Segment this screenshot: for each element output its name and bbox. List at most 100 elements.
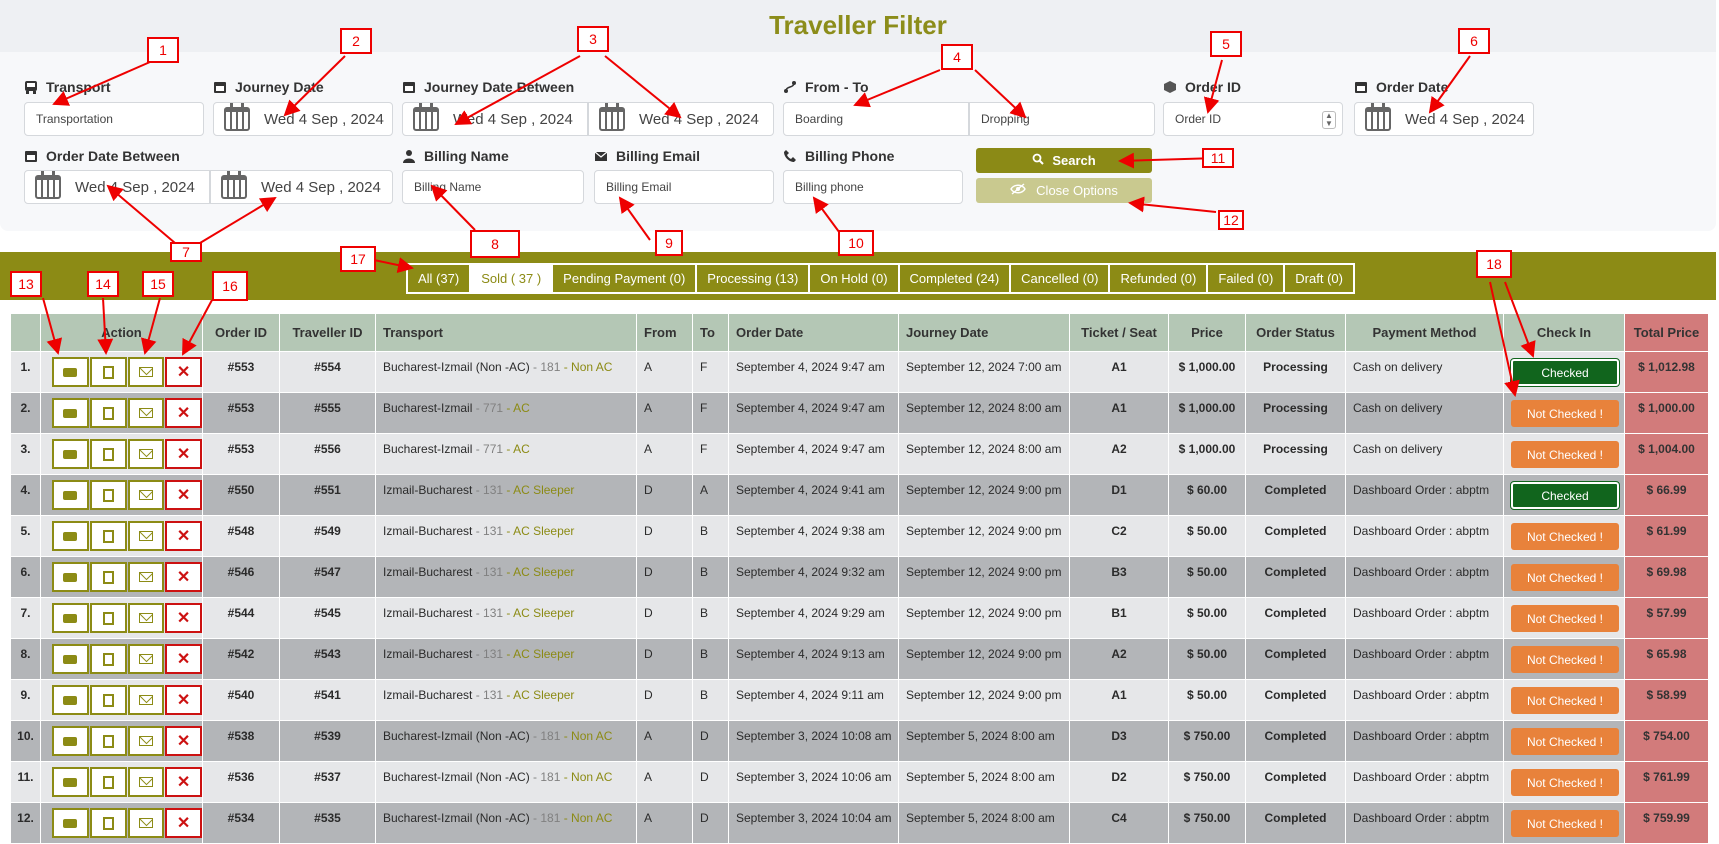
pdf-button[interactable] [89,808,127,838]
checkin-button[interactable]: Not Checked ! [1511,810,1619,837]
pdf-button[interactable] [89,562,127,592]
ticket-icon [63,736,78,746]
pdf-button[interactable] [89,521,127,551]
journey-between-from-input[interactable]: Wed 4 Sep , 2024 [402,102,588,136]
checkin-button[interactable]: Not Checked ! [1511,728,1619,755]
ticket-button[interactable] [52,521,89,551]
pdf-button[interactable] [89,357,127,387]
delete-button[interactable]: ✕ [165,767,202,797]
ticket-button[interactable] [52,439,89,469]
email-button[interactable] [127,480,165,510]
delete-button[interactable]: ✕ [165,562,202,592]
pdf-button[interactable] [89,480,127,510]
tab-6[interactable]: Cancelled (0) [1011,265,1109,292]
order-between-to-input[interactable]: Wed 4 Sep , 2024 [210,170,393,204]
email-button[interactable] [127,685,165,715]
pdf-button[interactable] [89,685,127,715]
ticket-button[interactable] [52,357,89,387]
boarding-input[interactable]: Boarding [783,102,969,136]
tab-8[interactable]: Failed (0) [1208,265,1284,292]
delete-button[interactable]: ✕ [165,398,202,428]
tab-1[interactable]: Sold ( 37 ) [471,265,552,292]
stepper-icon[interactable]: ▲ ▼ [1322,111,1336,129]
status-cell: Completed [1245,720,1346,762]
order-between-from-input[interactable]: Wed 4 Sep , 2024 [24,170,210,204]
tab-2[interactable]: Pending Payment (0) [553,265,696,292]
ticket-button[interactable] [52,480,89,510]
order-date-cell: September 4, 2024 9:47 am [728,433,899,475]
billing-name-input[interactable]: Billing Name [402,170,584,204]
transport-cell: Izmail-Bucharest - 131 - AC Sleeper [375,597,637,639]
close-options-button[interactable]: Close Options [976,178,1152,203]
checkin-cell: Not Checked ! [1503,515,1625,557]
delete-button[interactable]: ✕ [165,439,202,469]
checkin-button[interactable]: Checked [1510,481,1620,510]
search-button[interactable]: Search [976,148,1152,173]
calendar-icon [1354,80,1368,94]
ticket-button[interactable] [52,685,89,715]
journey-date-cell: September 5, 2024 8:00 am [898,720,1070,762]
tab-0[interactable]: All (37) [408,265,470,292]
ticket-button[interactable] [52,603,89,633]
pdf-button[interactable] [89,603,127,633]
checkin-button[interactable]: Checked [1510,358,1620,387]
ticket-button[interactable] [52,562,89,592]
billing-phone-input[interactable]: Billing phone [783,170,963,204]
delete-button[interactable]: ✕ [165,685,202,715]
checkin-button[interactable]: Not Checked ! [1511,441,1619,468]
calendar-icon [224,103,250,131]
delete-button[interactable]: ✕ [165,521,202,551]
checkin-button[interactable]: Not Checked ! [1511,523,1619,550]
delete-button[interactable]: ✕ [165,603,202,633]
ticket-button[interactable] [52,808,89,838]
checkin-button[interactable]: Not Checked ! [1511,769,1619,796]
row-actions: ✕ [40,638,203,680]
dropping-input[interactable]: Dropping [969,102,1155,136]
delete-button[interactable]: ✕ [165,726,202,756]
pdf-button[interactable] [89,644,127,674]
checkin-button[interactable]: Not Checked ! [1511,605,1619,632]
email-button[interactable] [127,644,165,674]
to-cell: B [692,597,729,639]
order-date-input[interactable]: Wed 4 Sep , 2024 [1354,102,1534,136]
email-button[interactable] [127,562,165,592]
pdf-button[interactable] [89,726,127,756]
tab-5[interactable]: Completed (24) [899,265,1010,292]
delete-button[interactable]: ✕ [165,808,202,838]
ticket-button[interactable] [52,767,89,797]
tab-4[interactable]: On Hold (0) [810,265,898,292]
email-button[interactable] [127,603,165,633]
ticket-button[interactable] [52,644,89,674]
table-row: 5. ✕ #548 #549 Izmail-Bucharest - 131 - AC S… [10,515,1709,557]
ticket-button[interactable] [52,726,89,756]
email-button[interactable] [127,357,165,387]
journey-date-input[interactable]: Wed 4 Sep , 2024 [213,102,393,136]
journey-date-label: Journey Date [213,79,324,95]
tab-7[interactable]: Refunded (0) [1110,265,1207,292]
email-button[interactable] [127,767,165,797]
checkin-button[interactable]: Not Checked ! [1511,400,1619,427]
order-date-cell: September 3, 2024 10:08 am [728,720,899,762]
delete-button[interactable]: ✕ [165,644,202,674]
transport-input[interactable]: Transportation [24,102,204,136]
order-id-input[interactable]: Order ID ▲ ▼ [1163,102,1343,136]
pdf-button[interactable] [89,398,127,428]
email-button[interactable] [127,439,165,469]
tab-9[interactable]: Draft (0) [1285,265,1353,292]
checkin-button[interactable]: Not Checked ! [1511,687,1619,714]
billing-email-input[interactable]: Billing Email [594,170,774,204]
checkin-cell: Checked [1503,474,1625,516]
journey-between-to-input[interactable]: Wed 4 Sep , 2024 [588,102,774,136]
tab-3[interactable]: Processing (13) [697,265,809,292]
pdf-button[interactable] [89,767,127,797]
checkin-button[interactable]: Not Checked ! [1511,646,1619,673]
delete-button[interactable]: ✕ [165,480,202,510]
ticket-button[interactable] [52,398,89,428]
email-button[interactable] [127,726,165,756]
checkin-button[interactable]: Not Checked ! [1511,564,1619,591]
email-button[interactable] [127,398,165,428]
email-button[interactable] [127,808,165,838]
delete-button[interactable]: ✕ [165,357,202,387]
pdf-button[interactable] [89,439,127,469]
email-button[interactable] [127,521,165,551]
